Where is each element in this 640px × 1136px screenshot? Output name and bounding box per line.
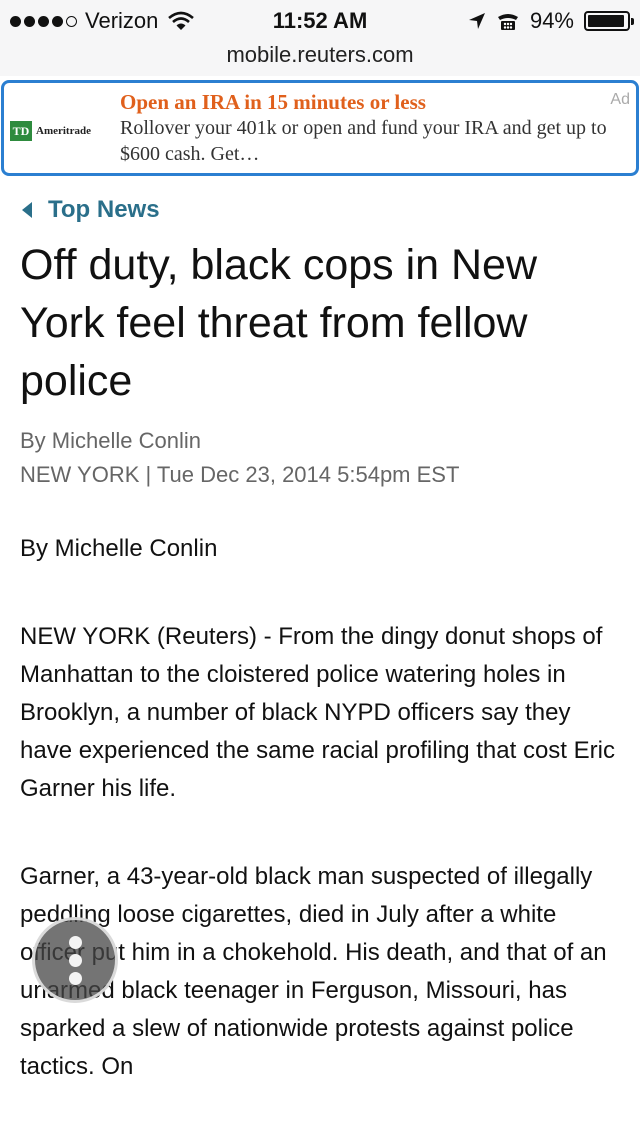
ad-title[interactable]: Open an IRA in 15 minutes or less bbox=[120, 89, 620, 115]
back-link-label[interactable]: Top News bbox=[48, 196, 160, 224]
battery-level bbox=[588, 15, 624, 27]
status-bar: Verizon 11:52 AM 94% bbox=[0, 0, 640, 40]
ad-text[interactable]: Open an IRA in 15 minutes or less Rollov… bbox=[120, 89, 620, 167]
ad-logo: TD Ameritrade bbox=[10, 121, 91, 141]
back-arrow-icon bbox=[22, 202, 32, 218]
td-logo-icon: TD bbox=[10, 121, 32, 141]
body-byline: By Michelle Conlin bbox=[20, 535, 218, 562]
address-bar[interactable]: mobile.reuters.com bbox=[0, 40, 640, 76]
article-headline: Off duty, black cops in New York feel th… bbox=[20, 241, 538, 405]
url-text[interactable]: mobile.reuters.com bbox=[226, 42, 413, 67]
ad-label: Ad bbox=[610, 91, 630, 108]
battery-percent: 94% bbox=[529, 8, 574, 33]
status-icons: 94% bbox=[468, 8, 634, 34]
battery-icon bbox=[584, 11, 634, 31]
article-meta: By Michelle Conlin NEW YORK | Tue Dec 23… bbox=[20, 424, 620, 492]
location-arrow-icon bbox=[468, 13, 485, 29]
article-paragraph: NEW YORK (Reuters) - From the dingy donu… bbox=[20, 623, 615, 802]
advertisement-banner[interactable]: TD Ameritrade Open an IRA in 15 minutes … bbox=[1, 80, 639, 176]
assistive-touch-icon[interactable] bbox=[32, 917, 118, 1003]
article-byline: By Michelle Conlin bbox=[20, 428, 201, 453]
ad-brand-name: Ameritrade bbox=[36, 125, 91, 137]
article-dateline: NEW YORK | Tue Dec 23, 2014 5:54pm EST bbox=[20, 462, 460, 487]
alarm-icon bbox=[497, 14, 518, 30]
back-link[interactable]: Top News bbox=[20, 196, 620, 224]
ad-description[interactable]: Rollover your 401k or open and fund your… bbox=[120, 115, 620, 167]
